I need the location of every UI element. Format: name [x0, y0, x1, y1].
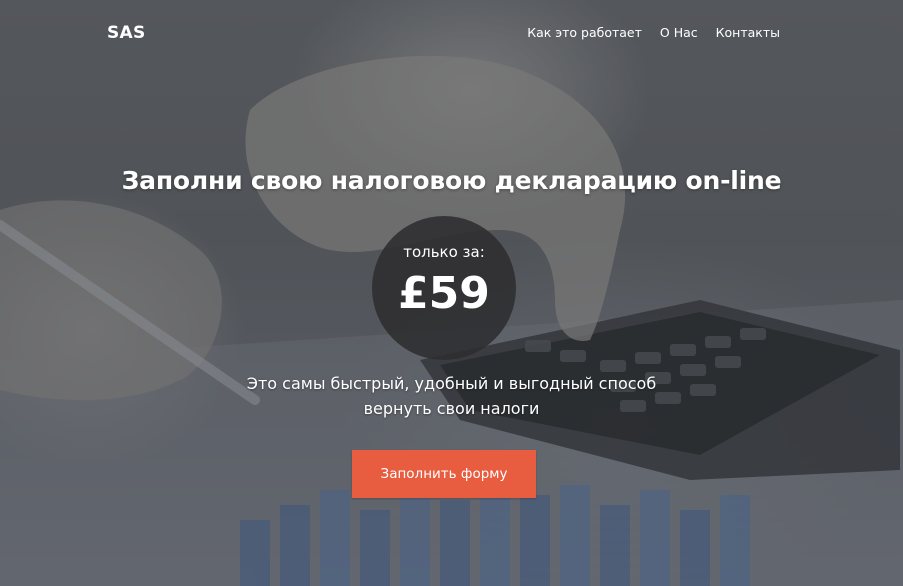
hero-subtitle: Это самы быстрый, удобный и выгодный спо… — [0, 371, 903, 421]
nav-menu: Как это работает О Нас Контакты — [527, 25, 780, 40]
top-navbar: SAS Как это работает О Нас Контакты — [0, 0, 903, 68]
nav-link-contacts[interactable]: Контакты — [716, 25, 780, 40]
nav-link-how-it-works[interactable]: Как это работает — [527, 25, 642, 40]
nav-link-about[interactable]: О Нас — [660, 25, 698, 40]
brand-logo[interactable]: SAS — [107, 23, 146, 43]
subtitle-line-1: Это самы быстрый, удобный и выгодный спо… — [246, 374, 657, 393]
hero-section: SAS Как это работает О Нас Контакты Запо… — [0, 0, 903, 586]
price-value: £59 — [398, 268, 490, 319]
price-badge: только за: £59 — [372, 216, 516, 360]
subtitle-line-2: вернуть свои налоги — [363, 399, 540, 418]
price-caption: только за: — [403, 243, 485, 261]
fill-form-button[interactable]: Заполнить форму — [352, 450, 536, 498]
hero-headline: Заполни свою налоговою декларацию on-lin… — [121, 166, 782, 195]
